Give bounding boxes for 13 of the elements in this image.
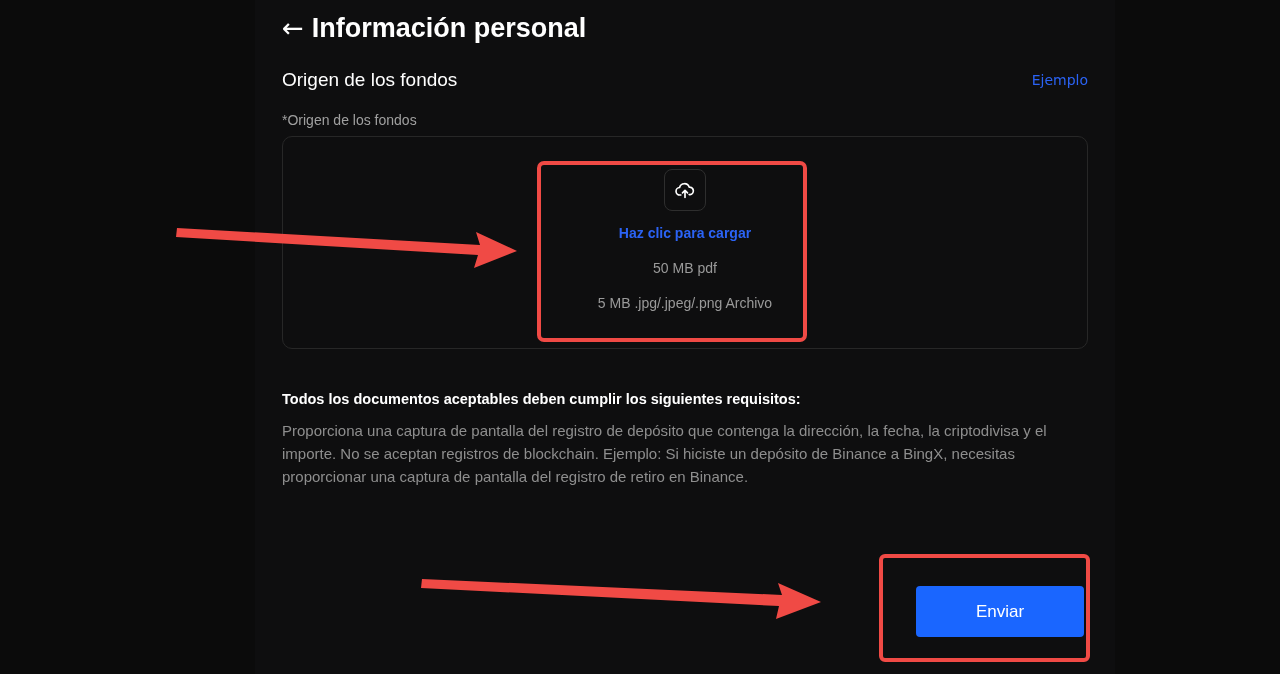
requirements-heading: Todos los documentos aceptables deben cumplir los siguientes requisitos: xyxy=(282,391,802,407)
back-button[interactable]: ← xyxy=(282,13,304,43)
requirements-text: Proporciona una captura de pantalla del registro de depósito que contenga la dirección, la fecha, la criptodivisa y el importe. No se aceptan registros de blockchain. Ejemplo: Si hiciste un depósito de Binance a BingX, necesitas proporcionar una captura de pantalla del registro de retiro en Binance. xyxy=(282,421,1048,487)
upload-area[interactable]: Haz clic para cargar 50 MB pdf 5 MB .jpg/.jpeg/.png Archivo xyxy=(282,136,1088,349)
submit-button[interactable]: Enviar xyxy=(916,586,1084,637)
section-title: Origen de los fondos xyxy=(282,69,458,91)
upload-icon[interactable] xyxy=(664,169,706,211)
example-link[interactable]: Ejemplo xyxy=(1031,72,1088,88)
field-label: *Origen de los fondos xyxy=(282,112,418,130)
file-limit-text: 50 MB pdf xyxy=(653,260,717,278)
page-title: Información personal xyxy=(311,12,587,44)
upload-link[interactable]: Haz clic para cargar xyxy=(618,225,752,247)
file-limit-text: 5 MB .jpg/.jpeg/.png Archivo xyxy=(597,295,773,313)
